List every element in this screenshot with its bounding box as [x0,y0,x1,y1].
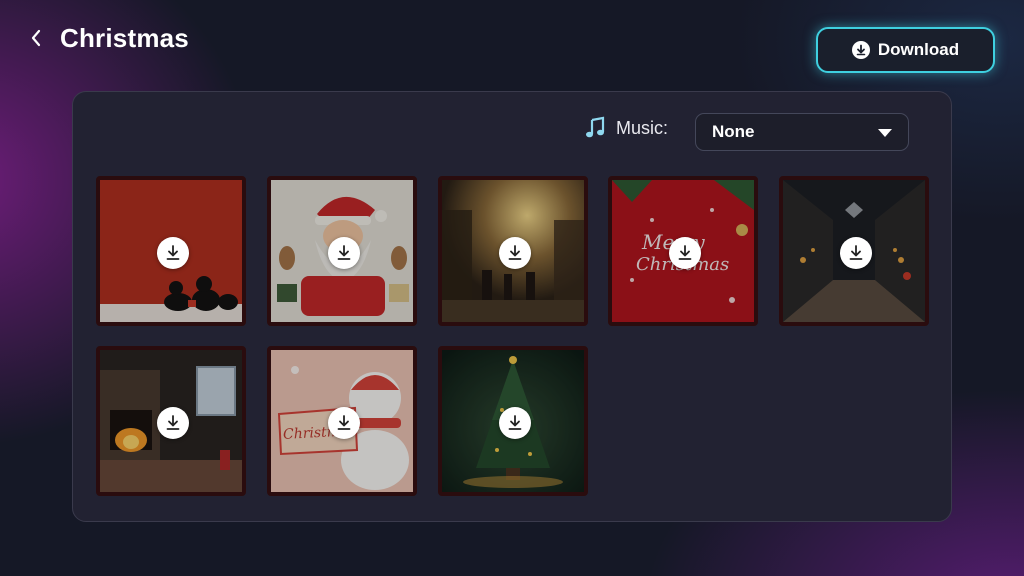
download-label: Download [877,40,960,59]
template-tile-snowman[interactable]: Christmas [267,346,417,496]
template-tile-tree[interactable] [438,346,588,496]
download-icon[interactable] [499,407,531,439]
download-icon[interactable] [328,407,360,439]
template-tile-santa[interactable] [267,176,417,326]
page-title: Christmas [60,22,189,53]
music-selected-value: None [712,122,755,141]
template-tile-fireplace[interactable] [96,346,246,496]
download-button[interactable]: Download [816,27,995,73]
download-icon[interactable] [328,237,360,269]
template-tile-merry-christmas[interactable]: Merry Christmas [608,176,758,326]
template-tile-night-street[interactable] [779,176,929,326]
chevron-down-icon [878,129,892,137]
download-icon[interactable] [669,237,701,269]
header: Christmas [30,22,189,54]
download-icon [851,41,870,59]
template-tile-market[interactable] [438,176,588,326]
template-tile-cats[interactable] [96,176,246,326]
chevron-left-icon [31,29,41,47]
download-icon[interactable] [840,237,872,269]
music-row: Music: [584,116,668,140]
download-icon[interactable] [157,237,189,269]
music-select[interactable]: None [695,113,909,151]
download-icon[interactable] [499,237,531,269]
download-icon[interactable] [157,407,189,439]
back-button[interactable] [30,22,52,54]
music-label: Music: [616,117,669,138]
music-note-icon [586,116,605,138]
